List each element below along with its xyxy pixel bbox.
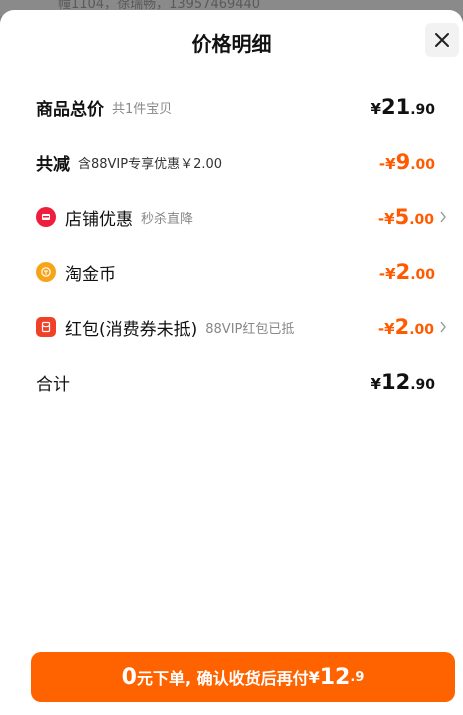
row-label: 商品总价: [36, 99, 104, 120]
row-red-packet[interactable]: 红包(消费券未抵) 88VIP红包已抵 -¥2.00: [0, 312, 463, 342]
red-packet-icon: [36, 317, 56, 337]
row-sub: 共1件宝贝: [112, 101, 173, 117]
pay-later-order-button[interactable]: 0 元下单, 确认收货后再付 ¥ 12 .9: [31, 652, 455, 702]
cta-yen: ¥: [308, 667, 320, 687]
cta-zero: 0: [121, 664, 137, 690]
chevron-right-icon: [440, 321, 446, 333]
row-label: 共减: [36, 154, 70, 175]
cta-text: 元下单, 确认收货后再付: [136, 669, 309, 688]
discount-amount: -¥2.00: [377, 315, 434, 339]
discount-amount: -¥9.00: [378, 150, 435, 174]
close-icon: [435, 33, 449, 47]
cta-dec: .9: [350, 669, 365, 685]
cta-int: 12: [319, 664, 351, 690]
close-button[interactable]: [425, 23, 459, 57]
chevron-right-icon: [440, 211, 446, 223]
row-label: 红包(消费券未抵): [65, 319, 198, 340]
row-total-goods-price: 商品总价 共1件宝贝 ¥21.90: [0, 92, 463, 122]
row-taojinbi: 淘金币 -¥2.00: [0, 257, 463, 287]
row-label: 淘金币: [65, 264, 116, 285]
coin-icon: [36, 262, 56, 282]
row-label: 合计: [36, 374, 70, 395]
sheet-title: 价格明细: [191, 32, 272, 56]
row-sub: 含88VIP专享优惠￥2.00: [78, 156, 223, 172]
price-detail-sheet: 价格明细 商品总价 共1件宝贝 ¥21.90 共减 含88VIP专享优惠￥2.0…: [0, 10, 463, 715]
total-amount: ¥12.90: [370, 370, 435, 394]
store-icon: [36, 207, 56, 227]
row-store-discount[interactable]: 店铺优惠 秒杀直降 -¥5.00: [0, 202, 463, 232]
row-grand-total: 合计 ¥12.90: [0, 367, 463, 397]
row-label: 店铺优惠: [65, 209, 133, 230]
row-sub: 88VIP红包已抵: [205, 321, 295, 337]
row-total-discount: 共减 含88VIP专享优惠￥2.00 -¥9.00: [0, 147, 463, 177]
discount-amount: -¥2.00: [378, 260, 435, 284]
discount-amount: -¥5.00: [377, 205, 434, 229]
row-sub: 秒杀直降: [141, 211, 194, 227]
price-amount: ¥21.90: [370, 95, 435, 119]
